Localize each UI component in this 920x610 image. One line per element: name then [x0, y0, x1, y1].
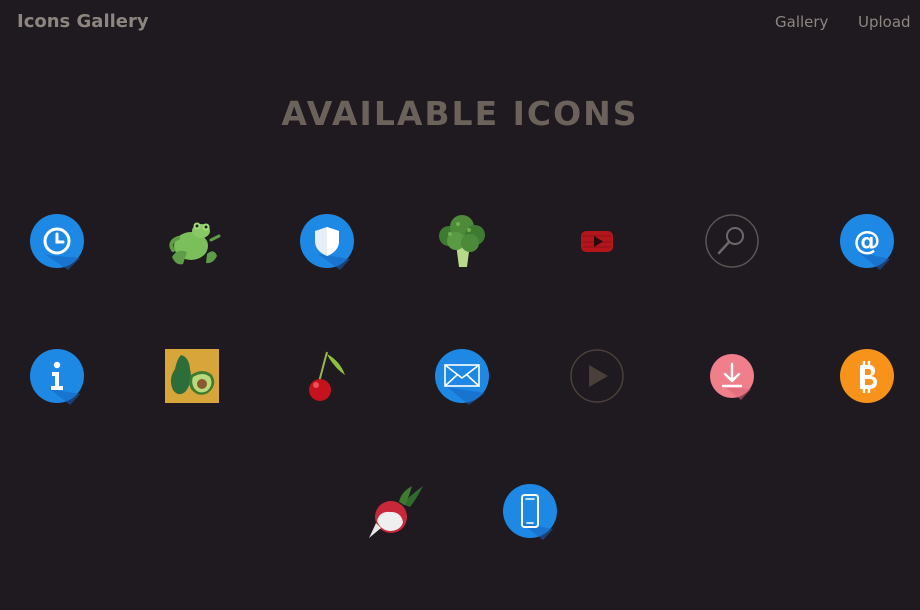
clock-icon[interactable]: [28, 212, 86, 270]
frog-icon[interactable]: [163, 212, 221, 270]
cherry-icon[interactable]: [298, 347, 356, 405]
mail-icon[interactable]: [433, 347, 491, 405]
page-title: AVAILABLE ICONS: [281, 94, 639, 133]
nav-gallery-link[interactable]: Gallery: [775, 13, 828, 31]
shield-icon[interactable]: [298, 212, 356, 270]
nav-upload-link[interactable]: Upload: [858, 13, 911, 31]
top-navbar: Icons Gallery Gallery Upload: [0, 0, 920, 46]
smartphone-icon[interactable]: [501, 482, 559, 540]
svg-text:@: @: [854, 226, 881, 257]
bitcoin-icon[interactable]: [838, 347, 896, 405]
search-icon[interactable]: [703, 212, 761, 270]
at-sign-icon[interactable]: @: [838, 212, 896, 270]
info-icon[interactable]: [28, 347, 86, 405]
avocado-icon[interactable]: [163, 347, 221, 405]
youtube-icon[interactable]: [568, 212, 626, 270]
broccoli-icon[interactable]: [433, 212, 491, 270]
brand-link[interactable]: Icons Gallery: [17, 11, 149, 32]
download-icon[interactable]: [703, 347, 761, 405]
radish-icon[interactable]: [367, 482, 425, 540]
play-icon[interactable]: [568, 347, 626, 405]
